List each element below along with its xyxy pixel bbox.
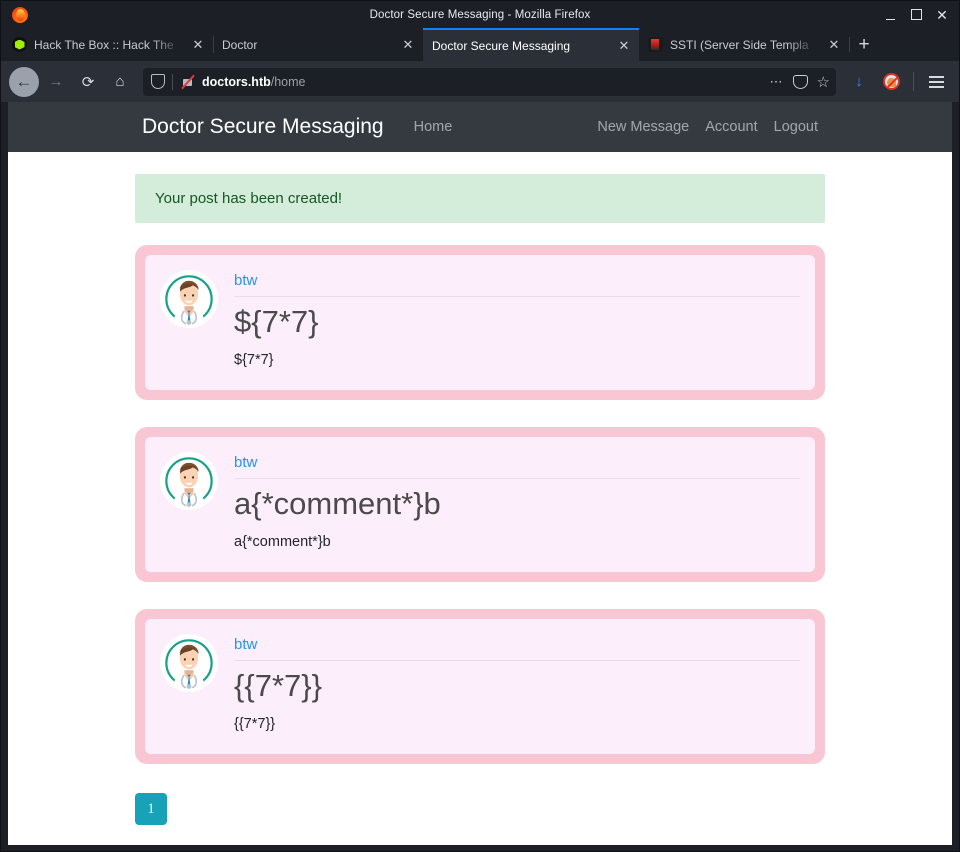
post-text: {{7*7}}	[234, 715, 276, 732]
tab-title: Hack The Box :: Hack The	[34, 37, 174, 52]
reload-button[interactable]: ⟳	[73, 67, 103, 97]
doctor-avatar-icon	[160, 270, 218, 328]
minimize-button[interactable]	[877, 4, 903, 26]
page-viewport: Doctor Secure Messaging Home New Message…	[8, 102, 952, 845]
page-actions-icon[interactable]: ⋯	[770, 74, 784, 90]
browser-toolbar: ← → ⟳ ⌂ doctors.htb/home ⋯ ☆ ↓	[1, 61, 959, 102]
tab-close-icon[interactable]: ✕	[825, 36, 843, 54]
back-button[interactable]: ←	[9, 66, 39, 97]
post-card: btw {{7*7}} {{7*7}}	[135, 609, 825, 765]
post-text: a{*comment*}b	[234, 533, 331, 550]
site-nav-right: New Message Account Logout	[581, 119, 818, 135]
bookmark-star-icon[interactable]: ☆	[817, 73, 830, 91]
download-arrow-icon: ↓	[855, 73, 863, 90]
post-author-link[interactable]: btw	[234, 636, 257, 653]
post-title[interactable]: a{*comment*}b	[234, 485, 800, 524]
post-author-link[interactable]: btw	[234, 454, 257, 471]
downloads-icon[interactable]: ↓	[844, 67, 874, 97]
nav-link-account[interactable]: Account	[705, 119, 757, 135]
tab-ssti[interactable]: SSTI (Server Side Templa ✕	[639, 28, 849, 61]
content-container: Your post has been created! btw ${7*7} $…	[135, 174, 825, 845]
tab-close-icon[interactable]: ✕	[615, 37, 633, 55]
success-alert: Your post has been created!	[135, 174, 825, 223]
tab-doctor[interactable]: Doctor ✕	[213, 28, 423, 61]
post-author-link[interactable]: btw	[234, 272, 257, 289]
post-body: btw ${7*7} ${7*7}	[234, 268, 800, 370]
window-title: Doctor Secure Messaging - Mozilla Firefo…	[369, 8, 591, 21]
maximize-button[interactable]	[903, 4, 929, 26]
divider	[172, 73, 173, 90]
pocket-icon[interactable]	[792, 74, 808, 89]
post-text: ${7*7}	[234, 351, 274, 368]
post-body: btw {{7*7}} {{7*7}}	[234, 632, 800, 734]
tab-doctor-secure-messaging[interactable]: Doctor Secure Messaging ✕	[423, 28, 639, 61]
pagination-page-1[interactable]: 1	[135, 793, 167, 826]
tab-close-icon[interactable]: ✕	[189, 36, 207, 54]
hamburger-icon	[925, 75, 948, 88]
browser-window: Doctor Secure Messaging - Mozilla Firefo…	[0, 0, 960, 852]
home-button[interactable]: ⌂	[105, 67, 135, 97]
divider	[234, 296, 800, 297]
page-content: Your post has been created! btw ${7*7} $…	[8, 152, 952, 845]
window-controls: ✕	[877, 4, 959, 26]
tab-title: Doctor	[222, 37, 258, 52]
post-inner: btw {{7*7}} {{7*7}}	[145, 619, 815, 755]
url-path: /home	[270, 74, 306, 89]
nav-link-new-message[interactable]: New Message	[597, 119, 689, 135]
doctor-avatar-icon	[160, 634, 218, 693]
ssti-favicon-icon	[648, 37, 663, 52]
new-tab-button[interactable]: +	[849, 28, 879, 61]
close-window-button[interactable]: ✕	[929, 4, 955, 26]
url-bar[interactable]: doctors.htb/home ⋯ ☆	[143, 67, 836, 96]
post-title[interactable]: ${7*7}	[234, 303, 800, 342]
post-inner: btw ${7*7} ${7*7}	[145, 255, 815, 391]
tracking-protection-shield-icon[interactable]	[151, 74, 165, 89]
nav-link-logout[interactable]: Logout	[774, 119, 818, 135]
firefox-logo-icon	[11, 6, 29, 24]
insecure-connection-icon[interactable]	[180, 74, 195, 89]
url-host: doctors.htb	[202, 74, 271, 89]
post-title[interactable]: {{7*7}}	[234, 667, 800, 706]
tab-close-icon[interactable]: ✕	[399, 36, 417, 54]
url-bar-actions: ⋯ ☆	[762, 73, 830, 91]
tab-strip: Hack The Box :: Hack The ✕ Doctor ✕ Doct…	[1, 28, 959, 61]
forward-button[interactable]: →	[41, 67, 71, 97]
url-text: doctors.htb/home	[202, 75, 306, 89]
noscript-icon[interactable]	[876, 67, 906, 97]
site-brand[interactable]: Doctor Secure Messaging	[142, 115, 384, 139]
hackthebox-favicon-icon	[12, 37, 27, 52]
tab-title: SSTI (Server Side Templa	[670, 37, 809, 52]
title-bar: Doctor Secure Messaging - Mozilla Firefo…	[1, 1, 959, 28]
divider	[234, 660, 800, 662]
nav-link-home[interactable]: Home	[414, 119, 453, 135]
post-card: btw ${7*7} ${7*7}	[135, 245, 825, 401]
toolbar-divider	[913, 72, 914, 91]
menu-button[interactable]	[921, 67, 951, 97]
pagination: 1	[135, 791, 825, 845]
site-navbar: Doctor Secure Messaging Home New Message…	[8, 102, 952, 152]
tab-title: Doctor Secure Messaging	[432, 38, 571, 53]
divider	[234, 478, 800, 480]
post-card: btw a{*comment*}b a{*comment*}b	[135, 427, 825, 583]
post-inner: btw a{*comment*}b a{*comment*}b	[145, 437, 815, 573]
tab-hack-the-box[interactable]: Hack The Box :: Hack The ✕	[3, 28, 213, 61]
doctor-avatar-icon	[160, 452, 218, 511]
post-body: btw a{*comment*}b a{*comment*}b	[234, 450, 800, 552]
